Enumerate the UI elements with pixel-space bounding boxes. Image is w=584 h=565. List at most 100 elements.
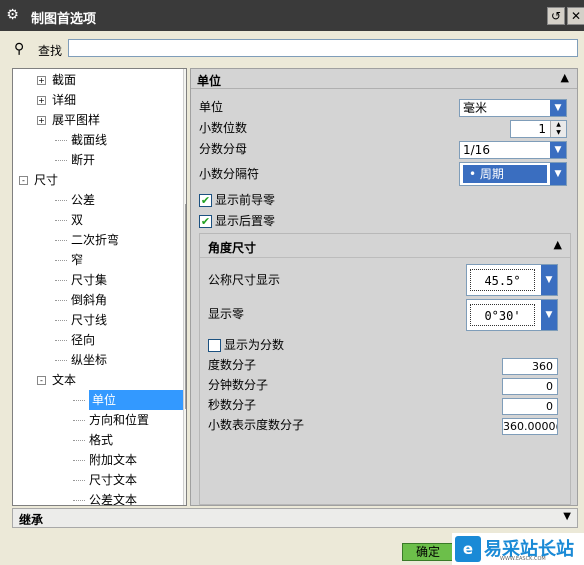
angle-group-title: 角度尺寸 — [208, 241, 257, 255]
gear-icon[interactable]: ⚙ — [4, 7, 21, 24]
logo-icon: e — [455, 536, 481, 562]
unit-panel: 单位 ▲ 单位 毫米 ▼ 小数位数 1 ▲ ▼ 分数分母 1/16 ▼ 小数分隔符… — [190, 68, 578, 506]
reset-icon[interactable]: ↺ — [547, 7, 565, 25]
tree-item[interactable]: + 截面 — [37, 70, 76, 90]
tree-item-label: 尺寸线 — [71, 313, 108, 327]
denominator-select[interactable]: 1/16 ▼ — [459, 141, 567, 159]
trailing-zero-label: 显示后置零 — [215, 214, 276, 228]
separator-value: • 周期 — [463, 165, 547, 183]
denominator-value: 1/16 — [463, 143, 490, 157]
scroll-down-icon[interactable]: ▼ — [184, 491, 186, 505]
tree-item-label: 格式 — [89, 433, 114, 447]
tree-item[interactable]: 方向和位置 — [73, 410, 149, 430]
tree-connector — [55, 280, 67, 281]
tree-item[interactable]: 尺寸线 — [55, 310, 107, 330]
check-icon: ✔ — [199, 215, 212, 228]
tree-connector — [73, 400, 85, 401]
zero-select[interactable]: 0°30' ▼ — [466, 299, 558, 331]
panel-header[interactable]: 单位 ▲ — [191, 69, 577, 89]
tree-item[interactable]: 双 — [55, 210, 83, 230]
tree-item-label: 公差 — [71, 193, 96, 207]
tree-item[interactable]: - 尺寸 — [19, 170, 58, 190]
separator-select[interactable]: • 周期 ▼ — [459, 162, 567, 186]
chevron-down-icon: ▼ — [541, 300, 557, 330]
tree-item-label: 公差文本 — [89, 493, 138, 506]
tree-item-label: 断开 — [71, 153, 96, 167]
tree-connector — [73, 460, 85, 461]
zero-label: 显示零 — [208, 307, 245, 321]
tree-item[interactable]: 单位 — [73, 390, 185, 410]
tree-connector — [55, 300, 67, 301]
unit-value: 毫米 — [463, 101, 488, 115]
expand-icon[interactable]: ▼ — [563, 511, 571, 522]
tree-item[interactable]: + 展平图样 — [37, 110, 100, 130]
collapse-icon[interactable]: - — [19, 176, 28, 185]
tree-item[interactable]: 纵坐标 — [55, 350, 107, 370]
collapse-icon[interactable]: ▲ — [554, 238, 562, 251]
expand-icon[interactable]: + — [37, 76, 46, 85]
inherit-title: 继承 — [19, 513, 44, 527]
watermark: e 易采站长站 WWW.EASCK.COM — [452, 533, 584, 565]
collapse-icon[interactable]: - — [37, 376, 46, 385]
close-icon[interactable]: ✕ — [567, 7, 584, 25]
tree-item-label: 方向和位置 — [89, 413, 150, 427]
unit-select[interactable]: 毫米 ▼ — [459, 99, 567, 117]
panel-title: 单位 — [197, 74, 222, 88]
binoculars-icon: ⚲ — [14, 41, 25, 57]
scroll-thumb[interactable] — [185, 204, 186, 409]
decimals-label: 小数位数 — [199, 121, 248, 135]
tree-item[interactable]: 窄 — [55, 250, 83, 270]
tree-item[interactable]: 格式 — [73, 430, 113, 450]
chevron-down-icon: ▼ — [550, 100, 566, 116]
tree-item[interactable]: 公差文本 — [73, 490, 138, 506]
ok-button[interactable]: 确定 — [402, 543, 454, 561]
tree-item[interactable]: 倒斜角 — [55, 290, 107, 310]
stepper-icon[interactable]: ▲ ▼ — [550, 121, 566, 137]
min-num-label: 分钟数分子 — [208, 378, 269, 392]
dec-deg-input[interactable]: 360.0000( — [502, 418, 558, 435]
checkbox-empty — [208, 339, 221, 352]
tree-item-label: 截面线 — [71, 133, 108, 147]
expand-icon[interactable]: + — [37, 96, 46, 105]
tree-item-label: 展平图样 — [52, 113, 101, 127]
expand-icon[interactable]: + — [37, 116, 46, 125]
collapse-icon[interactable]: ▲ — [561, 71, 569, 84]
tree-item[interactable]: 尺寸文本 — [73, 470, 137, 490]
tree-connector — [73, 420, 85, 421]
inherit-section[interactable]: 继承 ▼ — [12, 508, 578, 528]
tree-scrollbar[interactable]: ▲ ▼ — [183, 69, 186, 505]
tree-connector — [73, 500, 85, 501]
tree-connector — [55, 340, 67, 341]
tree-item-label: 文本 — [52, 373, 77, 387]
nominal-select[interactable]: 45.5° ▼ — [466, 264, 558, 296]
deg-num-label: 度数分子 — [208, 358, 257, 372]
tree-item[interactable]: + 详细 — [37, 90, 76, 110]
tree-item-label: 附加文本 — [89, 453, 138, 467]
search-label: 查找 — [38, 44, 63, 58]
tree-connector — [55, 200, 67, 201]
angle-group-header[interactable]: 角度尺寸 ▲ — [200, 234, 570, 258]
tree-item-label: 二次折弯 — [71, 233, 120, 247]
leading-zero-checkbox[interactable]: ✔ 显示前导零 — [199, 191, 275, 209]
chevron-down-icon: ▼ — [550, 163, 566, 185]
sec-num-input[interactable]: 0 — [502, 398, 558, 415]
tree-item[interactable]: 附加文本 — [73, 450, 137, 470]
title-bar: ⚙ 制图首选项 ↺ ✕ — [0, 0, 584, 31]
trailing-zero-checkbox[interactable]: ✔ 显示后置零 — [199, 212, 275, 230]
deg-num-input[interactable]: 360 — [502, 358, 558, 375]
search-input[interactable] — [68, 39, 578, 57]
scroll-up-icon[interactable]: ▲ — [184, 69, 186, 83]
tree-item-label: 截面 — [52, 73, 77, 87]
tree-item[interactable]: 公差 — [55, 190, 95, 210]
tree-item-label: 窄 — [71, 253, 84, 267]
tree-item[interactable]: 尺寸集 — [55, 270, 107, 290]
tree-item[interactable]: - 文本 — [37, 370, 76, 390]
tree-item[interactable]: 径向 — [55, 330, 95, 350]
decimals-stepper[interactable]: 1 ▲ ▼ — [510, 120, 567, 138]
angle-dimension-group: 角度尺寸 ▲ 公称尺寸显示 45.5° ▼ 显示零 0°30' ▼ 显示为分数 … — [199, 233, 571, 505]
min-num-input[interactable]: 0 — [502, 378, 558, 395]
tree-item[interactable]: 截面线 — [55, 130, 107, 150]
tree-item[interactable]: 断开 — [55, 150, 95, 170]
fraction-checkbox[interactable]: 显示为分数 — [208, 336, 284, 354]
tree-item[interactable]: 二次折弯 — [55, 230, 119, 250]
